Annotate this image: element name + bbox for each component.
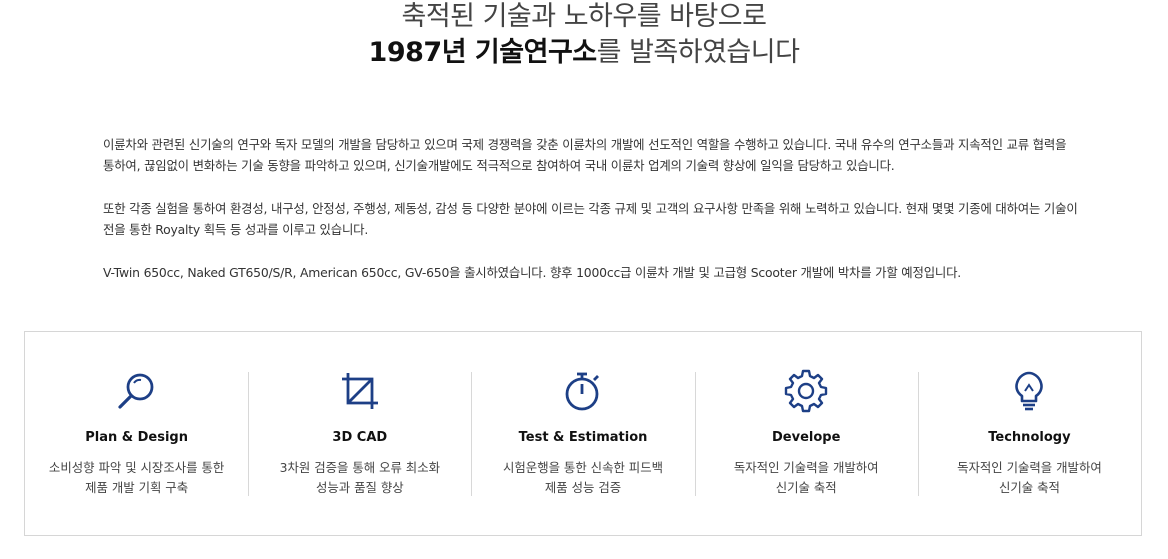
feature-test-estimation: Test & Estimation 시험운행을 통한 신속한 피드백 제품 성능… [471, 332, 694, 535]
feature-plan-design: Plan & Design 소비성향 파악 및 시장조사를 통한 제품 개발 기… [25, 332, 248, 535]
lightbulb-icon [1015, 371, 1044, 411]
feature-title: Technology [988, 430, 1071, 445]
feature-desc-line: 3차원 검증을 통해 오류 최소화 [279, 460, 441, 475]
heading-line2-rest: 를 발족하였습니다 [596, 37, 800, 68]
feature-desc: 소비성향 파악 및 시장조사를 통한 제품 개발 기획 구축 [25, 458, 248, 498]
heading-line1: 축적된 기술과 노하우를 바탕으로 [401, 1, 767, 32]
stopwatch-icon [565, 372, 599, 411]
section-heading: 축적된 기술과 노하우를 바탕으로 1987년 기술연구소를 발족하였습니다 [0, 0, 1168, 72]
feature-panel: Plan & Design 소비성향 파악 및 시장조사를 통한 제품 개발 기… [24, 331, 1142, 536]
feature-3d-cad: 3D CAD 3차원 검증을 통해 오류 최소화 성능과 품질 향상 [248, 332, 471, 535]
paragraph-1: 이륜차와 관련된 신기술의 연구와 독자 모델의 개발을 담당하고 있으며 국제… [103, 137, 1067, 173]
feature-desc-line: 신기술 축적 [998, 480, 1060, 495]
feature-desc-line: 신기술 축적 [775, 480, 837, 495]
crop-icon [341, 373, 378, 409]
paragraph-2: 또한 각종 실험을 통하여 환경성, 내구성, 안정성, 주행성, 제동성, 감… [103, 201, 1078, 237]
feature-desc: 3차원 검증을 통해 오류 최소화 성능과 품질 향상 [248, 458, 471, 498]
feature-title: Plan & Design [85, 430, 188, 445]
paragraph-3: V-Twin 650cc, Naked GT650/S/R, American … [103, 265, 962, 280]
search-icon [117, 373, 153, 409]
feature-title: 3D CAD [332, 430, 388, 445]
feature-desc-line: 독자적인 기술력을 개발하여 [957, 460, 1102, 475]
feature-desc: 독자적인 기술력을 개발하여 신기술 축적 [918, 458, 1141, 498]
heading-line2: 1987년 기술연구소를 발족하였습니다 [0, 34, 1168, 72]
feature-title: Develope [772, 430, 841, 445]
feature-title: Test & Estimation [518, 430, 648, 445]
feature-desc-line: 시험운행을 통한 신속한 피드백 [503, 460, 664, 475]
intro-text: 이륜차와 관련된 신기술의 연구와 독자 모델의 개발을 담당하고 있으며 국제… [103, 134, 1078, 305]
feature-desc: 시험운행을 통한 신속한 피드백 제품 성능 검증 [471, 458, 694, 498]
feature-desc-line: 제품 성능 검증 [544, 480, 622, 495]
feature-desc-line: 소비성향 파악 및 시장조사를 통한 [48, 460, 225, 475]
heading-emphasis: 1987년 기술연구소 [368, 37, 598, 68]
feature-technology: Technology 독자적인 기술력을 개발하여 신기술 축적 [917, 332, 1141, 535]
feature-desc-line: 독자적인 기술력을 개발하여 [733, 460, 879, 475]
feature-desc-line: 제품 개발 기획 구축 [85, 480, 189, 495]
feature-desc-line: 성능과 품질 향상 [315, 480, 404, 495]
feature-desc: 독자적인 기술력을 개발하여 신기술 축적 [695, 458, 918, 498]
feature-develope: Develope 독자적인 기술력을 개발하여 신기술 축적 [694, 332, 918, 535]
gear-icon [785, 369, 828, 413]
